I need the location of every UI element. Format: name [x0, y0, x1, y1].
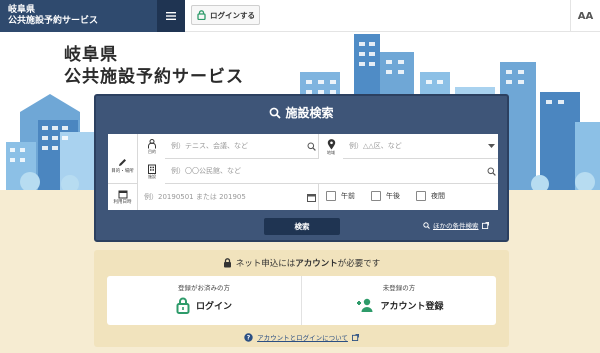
row-divider — [318, 184, 319, 210]
hero-title-line-2: 公共施設予約サービス — [64, 67, 244, 87]
search-icon — [423, 221, 430, 229]
facility-search-panel: 施設検索 目的・場所 目的 例）テニス、会議、など 地域 例）△△区、など 施設… — [94, 94, 509, 242]
activity-search-icon[interactable] — [304, 142, 318, 151]
purpose-place-label: 目的・場所 — [108, 134, 138, 184]
date-input[interactable]: 例）20190501 または 201905 — [138, 184, 318, 210]
lock-icon — [223, 258, 231, 268]
facility-search-icon[interactable] — [484, 167, 498, 176]
account-about-link[interactable]: ? アカウントとログインについて — [94, 332, 509, 342]
search-icon — [270, 107, 282, 119]
brand-line-1: 岐阜県 — [8, 5, 36, 15]
more-conditions-link[interactable]: ほかの条件検索 — [423, 220, 489, 230]
hero-title: 岐阜県 公共施設予約サービス — [64, 44, 244, 88]
more-conditions-label: ほかの条件検索 — [433, 222, 479, 230]
activity-input[interactable]: 例）テニス、会議、など — [165, 134, 318, 159]
pencil-icon — [119, 159, 126, 166]
lock-icon — [176, 297, 190, 314]
checkbox-night[interactable]: 夜間 — [416, 191, 445, 201]
facility-placeholder: 例）〇〇公民館、など — [171, 167, 241, 175]
facility-input[interactable]: 例）〇〇公民館、など — [165, 159, 498, 184]
time-slot-checkboxes: 午前 午後 夜間 — [326, 191, 445, 201]
account-cards: 登録がお済みの方 ログイン 未登録の方 アカウント登録 — [107, 276, 496, 325]
facility-icon: 施設 — [141, 162, 163, 182]
search-title-text: 施設検索 — [285, 106, 334, 120]
login-card[interactable]: 登録がお済みの方 ログイン — [107, 276, 301, 325]
chevron-down-icon — [484, 143, 498, 149]
hero-title-line-1: 岐阜県 — [64, 45, 118, 65]
account-required-note: ネット申込にはアカウントが必要です — [94, 257, 509, 269]
brand-line-2: 公共施設予約サービス — [8, 16, 99, 26]
registered-caption: 登録がお済みの方 — [178, 284, 230, 292]
register-label: アカウント登録 — [380, 301, 444, 312]
account-about-label: アカウントとログインについて — [257, 334, 348, 342]
font-size-icon: AA — [577, 10, 594, 22]
unregistered-caption: 未登録の方 — [382, 284, 416, 292]
register-card[interactable]: 未登録の方 アカウント登録 — [301, 276, 496, 325]
font-size-button[interactable]: AA — [570, 0, 600, 32]
person-icon — [148, 139, 156, 149]
search-panel-title: 施設検索 — [96, 104, 507, 121]
header-login-button[interactable]: ログインする — [191, 5, 260, 25]
login-label: ログイン — [195, 302, 232, 312]
svg-text:?: ? — [247, 334, 251, 341]
lock-icon — [197, 10, 206, 20]
external-link-icon — [351, 333, 359, 341]
menu-button[interactable] — [157, 0, 185, 32]
date-placeholder: 例）20190501 または 201905 — [144, 193, 246, 201]
date-label: 利用日時 — [108, 184, 138, 210]
top-bar: 岐阜県 公共施設予約サービス ログインする AA — [0, 0, 600, 32]
activity-icon: 目的 — [141, 137, 163, 157]
row-divider — [318, 134, 319, 159]
checkbox-morning[interactable]: 午前 — [326, 191, 355, 201]
date-picker-icon[interactable] — [304, 193, 318, 202]
help-icon: ? — [244, 332, 253, 342]
area-select[interactable]: 例）△△区、など — [343, 134, 498, 159]
activity-placeholder: 例）テニス、会議、など — [171, 142, 248, 150]
building-icon — [148, 164, 156, 174]
site-brand[interactable]: 岐阜県 公共施設予約サービス — [0, 0, 157, 32]
add-user-icon — [357, 298, 373, 312]
checkbox-afternoon[interactable]: 午後 — [371, 191, 400, 201]
calendar-icon — [118, 190, 127, 199]
header-login-label: ログインする — [210, 10, 255, 20]
menu-icon — [166, 12, 176, 20]
account-section: ネット申込にはアカウントが必要です 登録がお済みの方 ログイン 未登録の方 アカ… — [94, 250, 509, 347]
area-icon: 地域 — [321, 137, 341, 157]
area-placeholder: 例）△△区、など — [349, 142, 402, 150]
map-pin-icon — [327, 138, 335, 149]
search-button[interactable]: 検索 — [264, 218, 340, 235]
external-link-icon — [481, 221, 489, 229]
search-form: 目的・場所 目的 例）テニス、会議、など 地域 例）△△区、など 施設 例）〇〇… — [108, 134, 498, 210]
